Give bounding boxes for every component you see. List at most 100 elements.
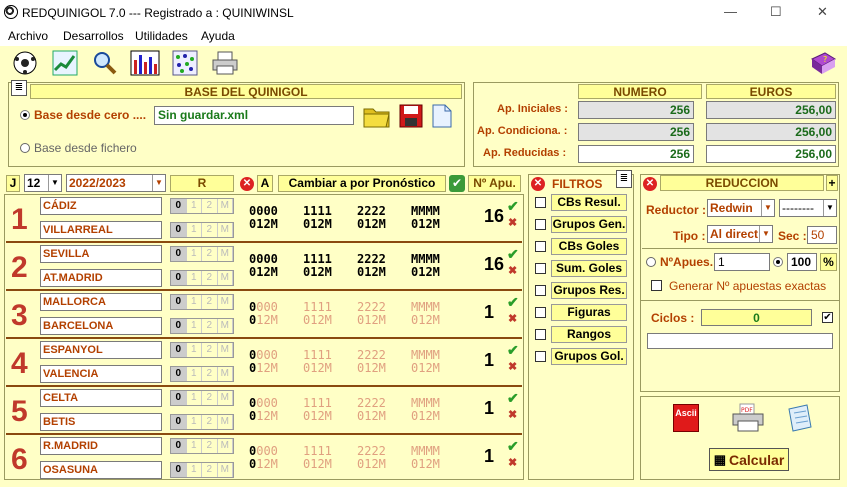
- scatter-icon[interactable]: [170, 48, 200, 78]
- result-option[interactable]: 2: [202, 247, 218, 261]
- filter-button[interactable]: Sum. Goles: [551, 260, 627, 277]
- cross-icon[interactable]: ✖: [508, 456, 517, 469]
- jornada-select[interactable]: 12 ▼: [24, 174, 62, 192]
- filter-checkbox[interactable]: [535, 307, 546, 318]
- goal-group[interactable]: 2222 012M: [357, 301, 386, 327]
- goal-group[interactable]: 0000 012M: [249, 253, 278, 279]
- filter-checkbox[interactable]: [535, 285, 546, 296]
- filtros-clear-icon[interactable]: ✕: [531, 177, 545, 191]
- result-option[interactable]: 1: [187, 199, 202, 213]
- result-option[interactable]: 0: [171, 367, 187, 381]
- result-option[interactable]: 1: [187, 223, 202, 237]
- goal-group[interactable]: MMMM 012M: [411, 205, 440, 231]
- clear-icon[interactable]: ✕: [240, 177, 254, 191]
- cross-icon[interactable]: ✖: [508, 408, 517, 421]
- goal-group[interactable]: 1111 012M: [303, 253, 332, 279]
- base-cero-radio[interactable]: [20, 110, 30, 120]
- result-option[interactable]: 2: [202, 319, 218, 333]
- result-option[interactable]: 0: [171, 223, 187, 237]
- result-option[interactable]: 1: [187, 415, 202, 429]
- result-option[interactable]: 0: [171, 271, 187, 285]
- result-picker[interactable]: 012M: [170, 318, 234, 334]
- result-option[interactable]: 0: [171, 343, 187, 357]
- filter-button[interactable]: Rangos: [551, 326, 627, 343]
- napues-input[interactable]: 1: [714, 253, 770, 271]
- result-option[interactable]: M: [218, 343, 233, 357]
- generar-checkbox[interactable]: [651, 280, 662, 291]
- bar-chart-icon[interactable]: [130, 48, 160, 78]
- check-icon[interactable]: ✔: [507, 246, 519, 263]
- result-option[interactable]: 2: [202, 463, 218, 477]
- check-icon[interactable]: ✔: [507, 198, 519, 215]
- filter-button[interactable]: Grupos Gol.: [551, 348, 627, 365]
- result-option[interactable]: M: [218, 439, 233, 453]
- sec-input[interactable]: 50: [807, 226, 837, 244]
- result-option[interactable]: 0: [171, 247, 187, 261]
- goal-group[interactable]: 1111 012M: [303, 301, 332, 327]
- cross-icon[interactable]: ✖: [508, 360, 517, 373]
- result-option[interactable]: 0: [171, 391, 187, 405]
- goal-group[interactable]: 0000 012M: [249, 397, 278, 423]
- result-option[interactable]: 2: [202, 199, 218, 213]
- goal-group[interactable]: 1111 012M: [303, 205, 332, 231]
- result-option[interactable]: 2: [202, 391, 218, 405]
- goal-group[interactable]: 0000 012M: [249, 205, 278, 231]
- goal-group[interactable]: 0000 012M: [249, 349, 278, 375]
- filter-button[interactable]: Grupos Gen.: [551, 216, 627, 233]
- check-icon[interactable]: ✔: [507, 342, 519, 359]
- result-option[interactable]: 2: [202, 295, 218, 309]
- help-book-icon[interactable]: ?: [808, 48, 838, 78]
- open-folder-icon[interactable]: [362, 103, 392, 129]
- result-option[interactable]: 1: [187, 367, 202, 381]
- cross-icon[interactable]: ✖: [508, 216, 517, 229]
- save-icon[interactable]: [399, 104, 423, 128]
- filter-button[interactable]: Figuras: [551, 304, 627, 321]
- filename-input[interactable]: Sin guardar.xml: [154, 106, 354, 125]
- close-button[interactable]: ✕: [817, 4, 828, 20]
- goal-group[interactable]: 2222 012M: [357, 253, 386, 279]
- result-picker[interactable]: 012M: [170, 294, 234, 310]
- pct-button[interactable]: %: [820, 253, 837, 271]
- reduccion-clear-icon[interactable]: ✕: [643, 177, 657, 191]
- filter-checkbox[interactable]: [535, 351, 546, 362]
- result-option[interactable]: M: [218, 271, 233, 285]
- result-option[interactable]: M: [218, 223, 233, 237]
- result-option[interactable]: M: [218, 367, 233, 381]
- maximize-button[interactable]: ☐: [770, 4, 782, 20]
- check-icon[interactable]: ✔: [507, 294, 519, 311]
- check-icon[interactable]: ✔: [507, 438, 519, 455]
- filter-checkbox[interactable]: [535, 219, 546, 230]
- filter-button[interactable]: Grupos Res.: [551, 282, 627, 299]
- result-option[interactable]: 1: [187, 463, 202, 477]
- notepad-icon[interactable]: [785, 403, 815, 433]
- result-picker[interactable]: 012M: [170, 342, 234, 358]
- new-file-icon[interactable]: [432, 104, 452, 128]
- filter-button[interactable]: CBs Goles: [551, 238, 627, 255]
- pct-radio[interactable]: [773, 257, 783, 267]
- reductor-select[interactable]: Redwin ▼: [707, 199, 775, 217]
- result-picker[interactable]: 012M: [170, 390, 234, 406]
- goal-group[interactable]: MMMM 012M: [411, 445, 440, 471]
- result-option[interactable]: 0: [171, 439, 187, 453]
- j-button[interactable]: J: [6, 175, 20, 192]
- filter-checkbox[interactable]: [535, 329, 546, 340]
- ciclos-checkbox[interactable]: ✔: [822, 312, 833, 323]
- tipo-select[interactable]: Al direct ▼: [707, 225, 773, 243]
- menu-desarrollos[interactable]: Desarrollos: [63, 29, 124, 43]
- check-icon[interactable]: ✔: [449, 175, 465, 192]
- result-option[interactable]: 0: [171, 319, 187, 333]
- result-option[interactable]: 0: [171, 415, 187, 429]
- season-select[interactable]: 2022/2023 ▼: [66, 174, 166, 192]
- check-icon[interactable]: ✔: [507, 390, 519, 407]
- result-option[interactable]: 1: [187, 271, 202, 285]
- filter-checkbox[interactable]: [535, 241, 546, 252]
- result-option[interactable]: 1: [187, 439, 202, 453]
- filtros-doc-icon[interactable]: ≣: [616, 170, 632, 188]
- napues-radio[interactable]: [646, 257, 656, 267]
- goal-group[interactable]: 2222 012M: [357, 205, 386, 231]
- a-button[interactable]: A: [257, 175, 273, 192]
- result-picker[interactable]: 012M: [170, 366, 234, 382]
- result-option[interactable]: 2: [202, 367, 218, 381]
- goal-group[interactable]: 2222 012M: [357, 445, 386, 471]
- result-picker[interactable]: 012M: [170, 270, 234, 286]
